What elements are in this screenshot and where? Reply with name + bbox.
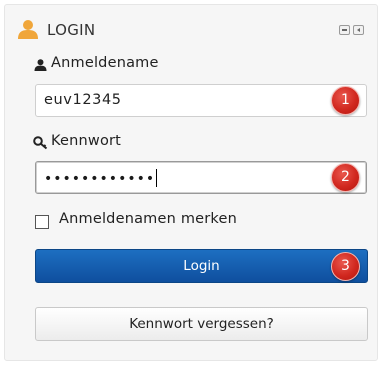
username-value: euv12345: [44, 92, 122, 108]
username-field[interactable]: euv12345: [35, 84, 367, 117]
user-small-icon: [34, 59, 47, 71]
minimize-icon[interactable]: [339, 25, 350, 35]
block-title: LOGIN: [47, 21, 96, 39]
username-label: Anmeldename: [51, 55, 159, 71]
dock-icon[interactable]: [353, 25, 364, 35]
key-icon: [33, 136, 48, 150]
password-field[interactable]: ••••••••••••: [35, 161, 367, 194]
remember-label[interactable]: Anmeldenamen merken: [59, 211, 237, 227]
user-icon: [18, 20, 38, 39]
password-mask: ••••••••••••: [44, 169, 158, 187]
login-button[interactable]: Login: [35, 249, 368, 283]
annotation-badge-2: 2: [331, 163, 360, 192]
block-header: LOGIN: [5, 5, 377, 51]
annotation-badge-1: 1: [331, 86, 360, 115]
text-caret: [156, 169, 158, 187]
login-block: LOGIN Anmeldename euv12345 Kennwort ••••…: [4, 4, 378, 361]
annotation-badge-3: 3: [331, 252, 360, 281]
password-label: Kennwort: [51, 133, 122, 149]
forgot-password-button[interactable]: Kennwort vergessen?: [35, 307, 368, 341]
remember-checkbox[interactable]: [35, 215, 49, 229]
